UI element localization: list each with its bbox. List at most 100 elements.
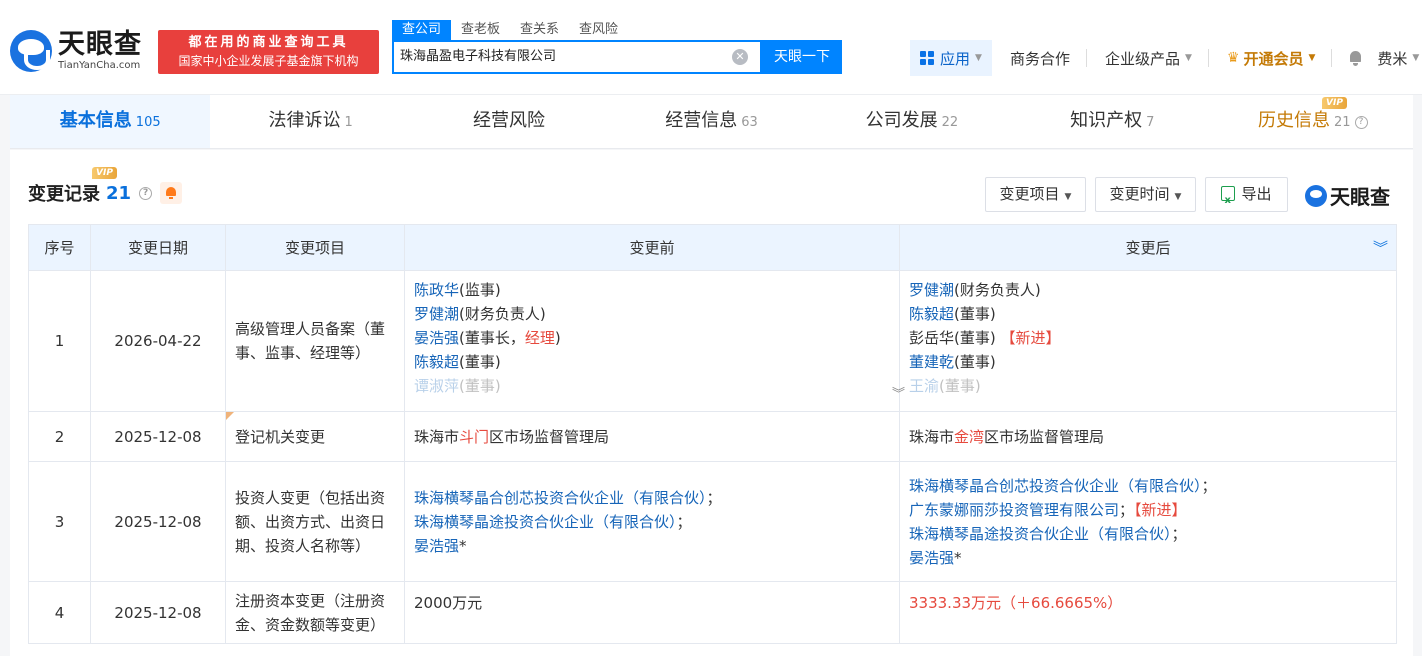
list-item: 晏浩强(董事长，经理) bbox=[414, 326, 890, 350]
chevron-down-icon: ▼ bbox=[1064, 192, 1072, 202]
help-icon[interactable]: ? bbox=[1354, 116, 1368, 129]
tianyancha-logo-icon bbox=[1305, 184, 1327, 207]
person-link[interactable]: 陈毅超 bbox=[414, 353, 459, 371]
tab-label: 知识产权 bbox=[1070, 110, 1143, 131]
user-menu[interactable]: 费米 ▼ bbox=[1377, 48, 1419, 69]
col-header-before: 变更前 bbox=[404, 224, 900, 271]
business-cooperation-link[interactable]: 商务合作 bbox=[1010, 48, 1070, 69]
person-link[interactable]: 陈毅超 bbox=[909, 305, 954, 323]
person-role: (财务负责人) bbox=[954, 281, 1041, 299]
row-after: 罗健潮(财务负责人) 陈毅超(董事) 彭岳华(董事) 【新进】 董建乾(董事) … bbox=[899, 270, 1397, 412]
row-no: 3 bbox=[28, 461, 91, 582]
investor-link[interactable]: 珠海横琴晶合创芯投资合伙企业（有限合伙） bbox=[909, 477, 1202, 495]
list-item: 罗健潮(财务负责人) bbox=[414, 302, 890, 326]
export-button[interactable]: 导出 bbox=[1205, 177, 1288, 217]
tab-count: 21 bbox=[1333, 115, 1351, 130]
row-before: 珠海市斗门区市场监督管理局 bbox=[404, 411, 900, 462]
list-item: 广东蒙娜丽莎投资管理有限公司；【新进】 bbox=[909, 498, 1387, 522]
person-link[interactable]: 晏浩强 bbox=[414, 329, 459, 347]
chevron-down-icon: ▼ bbox=[1412, 53, 1420, 63]
table-header-row: 序号 变更日期 变更项目 变更前 变更后 ︾ bbox=[28, 224, 1397, 271]
double-chevron-icon[interactable]: ︾ bbox=[1373, 237, 1388, 258]
search-tab-risk[interactable]: 查风险 bbox=[569, 20, 628, 40]
section-count: 21 bbox=[106, 182, 132, 204]
list-item: 珠海横琴晶合创芯投资合伙企业（有限合伙）； bbox=[909, 474, 1387, 498]
search-tab-boss[interactable]: 查老板 bbox=[451, 20, 510, 40]
list-item: 王渝(董事) bbox=[909, 374, 1387, 398]
row-before: 陈政华(监事) 罗健潮(财务负责人) 晏浩强(董事长，经理) 陈毅超(董事) 谭… bbox=[404, 270, 905, 412]
list-item: 谭淑萍(董事) bbox=[414, 374, 890, 398]
list-item: 彭岳华(董事) 【新进】 bbox=[909, 326, 1387, 350]
tab-label: 公司发展 bbox=[865, 110, 938, 131]
tab-label: 经营风险 bbox=[473, 110, 546, 131]
separator: ； bbox=[1171, 524, 1187, 543]
row-after: 珠海市金湾区市场监督管理局 bbox=[899, 411, 1397, 462]
notify-bell-icon[interactable] bbox=[160, 182, 183, 204]
person-link[interactable]: 王渝 bbox=[909, 377, 939, 395]
tab-label: 基本信息 bbox=[59, 110, 132, 131]
star-mark: * bbox=[954, 548, 962, 567]
person-link[interactable]: 罗健潮 bbox=[414, 305, 459, 323]
investor-link[interactable]: 广东蒙娜丽莎投资管理有限公司 bbox=[909, 501, 1119, 519]
filter-change-item[interactable]: 变更项目 ▼ bbox=[985, 177, 1086, 212]
row-no: 4 bbox=[28, 581, 91, 644]
tab-development[interactable]: 公司发展 22 bbox=[812, 95, 1012, 148]
slogan-banner[interactable]: 都在用的商业查询工具 国家中小企业发展子基金旗下机构 bbox=[158, 30, 379, 74]
investor-link[interactable]: 珠海横琴晶途投资合伙企业（有限合伙） bbox=[414, 513, 677, 531]
person-role: (监事) bbox=[459, 281, 501, 299]
investor-link[interactable]: 晏浩强 bbox=[414, 537, 459, 555]
investor-link[interactable]: 珠海横琴晶途投资合伙企业（有限合伙） bbox=[909, 525, 1172, 543]
open-vip-label: 开通会员 bbox=[1243, 49, 1304, 68]
bell-icon[interactable] bbox=[1348, 50, 1363, 66]
text-part: 珠海市 bbox=[414, 427, 460, 446]
enterprise-products-menu[interactable]: 企业级产品 ▼ bbox=[1105, 48, 1192, 69]
search-tab-relation[interactable]: 查关系 bbox=[510, 20, 569, 40]
investor-link[interactable]: 晏浩强 bbox=[909, 549, 954, 567]
search-button[interactable]: 天眼一下 bbox=[762, 40, 842, 74]
person-role-removed: 经理 bbox=[524, 329, 555, 347]
help-icon[interactable]: ? bbox=[139, 186, 153, 200]
tab-label: 历史信息 bbox=[1257, 110, 1330, 131]
tab-risk[interactable]: 经营风险 bbox=[411, 95, 611, 148]
search-tab-company[interactable]: 查公司 bbox=[392, 20, 452, 40]
person-role: ) bbox=[554, 329, 561, 347]
slogan-line-2: 国家中小企业发展子基金旗下机构 bbox=[178, 54, 359, 68]
open-vip-menu[interactable]: ♛ 开通会员 ▼ bbox=[1227, 48, 1316, 69]
tab-legal[interactable]: 法律诉讼 1 bbox=[210, 95, 410, 148]
export-label: 导出 bbox=[1241, 185, 1272, 203]
tab-operation[interactable]: 经营信息 63 bbox=[611, 95, 811, 148]
tab-count: 63 bbox=[741, 115, 758, 130]
col-header-date: 变更日期 bbox=[90, 224, 226, 271]
person-link[interactable]: 谭淑萍 bbox=[414, 377, 459, 395]
change-records-panel: VIP 变更记录 21 ? 变更项目 ▼ 变更时间 ▼ 导出 天眼查 序号 变更日期… bbox=[10, 150, 1413, 656]
row-date: 2026-04-22 bbox=[90, 270, 226, 412]
clear-icon[interactable]: ✕ bbox=[732, 49, 748, 65]
list-item: 珠海横琴晶合创芯投资合伙企业（有限合伙）； bbox=[414, 486, 890, 510]
tab-ip[interactable]: 知识产权 7 bbox=[1012, 95, 1212, 148]
row-date: 2025-12-08 bbox=[90, 581, 226, 644]
text-highlight: 斗门 bbox=[459, 427, 490, 446]
person-link[interactable]: 罗健潮 bbox=[909, 281, 954, 299]
tab-count: 7 bbox=[1146, 115, 1155, 130]
person-role: (董事) bbox=[939, 377, 981, 395]
tab-count: 105 bbox=[135, 115, 161, 130]
search-input[interactable] bbox=[400, 42, 720, 72]
search-box: ✕ bbox=[392, 40, 762, 74]
brand-name: 天眼查 bbox=[1330, 185, 1390, 209]
tab-basic-info[interactable]: 基本信息 105 bbox=[10, 95, 211, 148]
investor-link[interactable]: 珠海横琴晶合创芯投资合伙企业（有限合伙） bbox=[414, 489, 707, 507]
app-menu-button[interactable]: 应用 ▼ bbox=[910, 40, 992, 76]
person-link[interactable]: 陈政华 bbox=[414, 281, 459, 299]
tab-history[interactable]: VIP 历史信息 21? bbox=[1213, 95, 1413, 148]
tianyancha-logo-icon bbox=[10, 30, 52, 72]
text-highlight: 金湾 bbox=[954, 427, 985, 446]
section-title: 变更记录 bbox=[28, 184, 100, 205]
site-logo[interactable]: 天眼查 TianYanCha.com bbox=[10, 30, 142, 72]
person-name: 彭岳华 bbox=[909, 329, 955, 347]
row-no: 1 bbox=[28, 270, 91, 412]
search-type-tabs: 查公司 查老板 查关系 查风险 bbox=[392, 20, 628, 40]
person-link[interactable]: 董建乾 bbox=[909, 353, 954, 371]
table-row: 3 2025-12-08 投资人变更（包括出资额、出资方式、出资日期、投资人名称… bbox=[28, 461, 1397, 582]
filter-change-time[interactable]: 变更时间 ▼ bbox=[1095, 177, 1196, 212]
table-row: 2 2025-12-08 登记机关变更 珠海市斗门区市场监督管理局 珠海市金湾区… bbox=[28, 411, 1397, 462]
